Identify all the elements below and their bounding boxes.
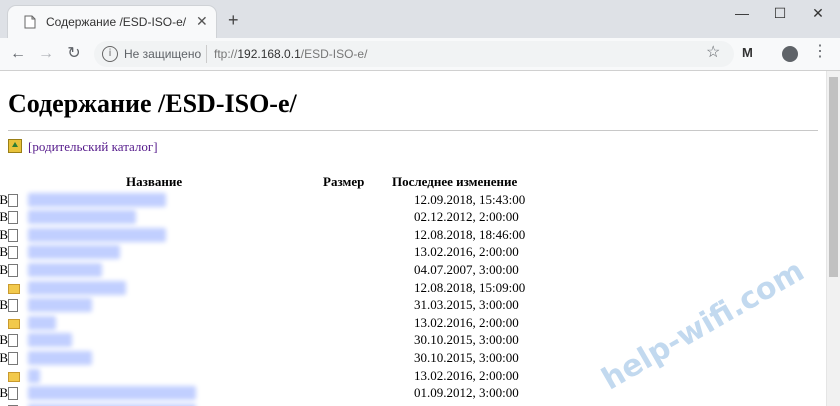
menu-icon[interactable]: ⋮	[812, 44, 828, 60]
file-icon	[8, 211, 18, 225]
watermark-text: help-wifi.com	[596, 253, 811, 398]
file-modified: 30.10.2015, 3:00:00	[414, 332, 519, 348]
file-size: 391 kB	[0, 332, 8, 348]
tab-strip: Содержание /ESD-ISO-e/ ✕ + — ☐ ✕	[0, 0, 840, 38]
column-size[interactable]: Размер	[323, 174, 364, 190]
back-icon[interactable]: ←	[8, 44, 28, 64]
file-modified: 31.03.2015, 3:00:00	[414, 297, 519, 313]
page-title: Содержание /ESD-ISO-e/	[8, 89, 297, 118]
page-content: Содержание /ESD-ISO-e/ [родительский кат…	[0, 71, 826, 406]
bookmark-star-icon[interactable]: ☆	[706, 45, 720, 61]
file-size: 1.1 MB	[0, 349, 8, 365]
account-avatar-icon[interactable]	[782, 46, 798, 62]
url-divider	[206, 45, 207, 63]
file-name-link-redacted[interactable]	[28, 245, 120, 260]
folder-icon	[8, 318, 20, 329]
close-tab-icon[interactable]: ✕	[196, 14, 208, 28]
file-icon	[8, 387, 18, 401]
minimize-icon[interactable]: —	[722, 5, 762, 25]
file-modified: 02.12.2012, 2:00:00	[414, 209, 519, 225]
scrollbar-thumb[interactable]	[829, 77, 838, 277]
page-icon	[24, 15, 36, 29]
file-name-link-redacted[interactable]	[28, 386, 196, 401]
file-modified: 30.10.2015, 3:00:00	[414, 349, 519, 365]
file-icon	[8, 193, 18, 207]
forward-icon[interactable]: →	[36, 44, 56, 64]
file-size: 152 B	[0, 244, 8, 260]
file-size: 9.7 MB	[0, 385, 8, 401]
heading-divider	[8, 130, 818, 131]
tab-title: Содержание /ESD-ISO-e/	[46, 15, 187, 29]
file-name-link-redacted[interactable]	[28, 350, 92, 365]
info-icon[interactable]: i	[102, 46, 118, 62]
file-name-link-redacted[interactable]	[28, 298, 92, 313]
file-modified: 13.02.2016, 2:00:00	[414, 314, 519, 330]
browser-toolbar: ← → ↻ i Не защищено ftp://192.168.0.1/ES…	[0, 38, 840, 71]
file-modified: 12.08.2018, 15:09:00	[414, 279, 526, 295]
url-text[interactable]: ftp://192.168.0.1/ESD-ISO-e/	[214, 47, 367, 61]
file-name-link-redacted[interactable]	[28, 227, 166, 242]
file-name-link-redacted[interactable]	[28, 280, 126, 295]
file-size: 24.3 MB	[0, 209, 8, 225]
file-modified: 04.07.2007, 3:00:00	[414, 261, 519, 277]
file-name-link-redacted[interactable]	[28, 315, 56, 330]
mail-extension-icon[interactable]: M	[742, 45, 753, 60]
file-modified: 01.09.2012, 3:00:00	[414, 385, 519, 401]
vertical-scrollbar[interactable]	[826, 71, 840, 406]
column-modified[interactable]: Последнее изменение	[392, 174, 517, 190]
folder-icon	[8, 283, 20, 294]
new-tab-icon[interactable]: +	[228, 11, 239, 29]
folder-icon	[8, 371, 20, 382]
file-name-link-redacted[interactable]	[28, 210, 136, 225]
file-name-link-redacted[interactable]	[28, 262, 102, 277]
file-modified: 13.02.2016, 2:00:00	[414, 367, 519, 383]
file-icon	[8, 299, 18, 313]
file-modified: 12.08.2018, 18:46:00	[414, 226, 526, 242]
file-size: 5.7 MB	[0, 226, 8, 242]
column-name[interactable]: Название	[126, 174, 182, 190]
up-folder-icon	[8, 139, 22, 153]
file-size: 128 B	[0, 297, 8, 313]
file-modified: 13.02.2016, 2:00:00	[414, 244, 519, 260]
maximize-icon[interactable]: ☐	[760, 5, 800, 25]
file-icon	[8, 246, 18, 260]
reload-icon[interactable]: ↻	[64, 44, 84, 64]
file-icon	[8, 334, 18, 348]
file-size: 908 kB	[0, 191, 8, 207]
file-name-link-redacted[interactable]	[28, 368, 40, 383]
parent-directory-link[interactable]: [родительский каталог]	[8, 139, 158, 155]
close-window-icon[interactable]: ✕	[798, 5, 838, 25]
file-icon	[8, 351, 18, 365]
address-bar[interactable]: i Не защищено ftp://192.168.0.1/ESD-ISO-…	[94, 41, 734, 67]
file-modified: 12.09.2018, 15:43:00	[414, 191, 526, 207]
browser-tab[interactable]: Содержание /ESD-ISO-e/ ✕	[8, 6, 216, 38]
file-icon	[8, 263, 18, 277]
file-name-link-redacted[interactable]	[28, 192, 166, 207]
security-label: Не защищено	[124, 47, 202, 61]
file-name-link-redacted[interactable]	[28, 333, 72, 348]
file-size: 1.5 MB	[0, 261, 8, 277]
file-icon	[8, 228, 18, 242]
